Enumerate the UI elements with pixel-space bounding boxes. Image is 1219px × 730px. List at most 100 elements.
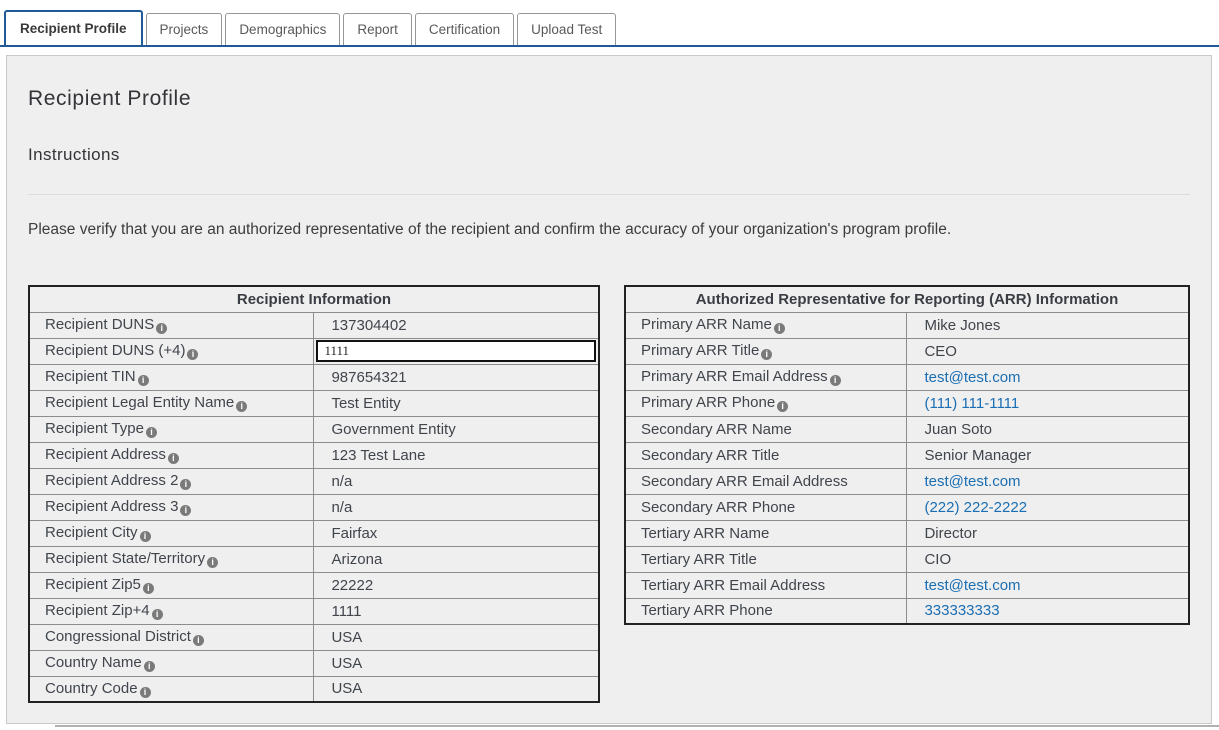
row-value: CEO [924,343,957,360]
row-value-link[interactable]: 333333333 [924,602,999,619]
info-icon[interactable]: i [146,427,157,438]
info-icon[interactable]: i [152,609,163,620]
recipient-info-table: Recipient Information Recipient DUNSi137… [28,285,600,703]
row-label-cell: Tertiary ARR Email Address [625,572,907,598]
row-value-cell: USA [314,624,599,650]
table-row: Recipient Addressi123 Test Lane [29,442,599,468]
row-label-cell: Recipient State/Territoryi [29,546,314,572]
row-label-cell: Secondary ARR Email Address [625,468,907,494]
row-label-cell: Recipient DUNS (+4)i [29,338,314,364]
table-row: Recipient Zip5i22222 [29,572,599,598]
row-value-cell: test@test.com [907,468,1189,494]
info-icon[interactable]: i [777,401,788,412]
row-label: Country Name [45,654,142,671]
row-value-cell: 333333333 [907,598,1189,624]
info-icon[interactable]: i [144,661,155,672]
tab-projects[interactable]: Projects [146,13,223,45]
recipient-table-title: Recipient Information [29,286,599,312]
row-value-cell [314,338,599,364]
row-value: 123 Test Lane [331,447,425,464]
tab-bar: Recipient ProfileProjectsDemographicsRep… [0,0,1219,47]
row-value-cell: 22222 [314,572,599,598]
info-icon[interactable]: i [140,531,151,542]
info-icon[interactable]: i [193,635,204,646]
row-value-link[interactable]: test@test.com [924,473,1020,490]
row-label-cell: Recipient Legal Entity Namei [29,390,314,416]
divider [28,194,1190,195]
row-label: Secondary ARR Phone [641,499,795,516]
row-value-link[interactable]: (222) 222-2222 [924,499,1027,516]
row-label: Recipient Legal Entity Name [45,394,234,411]
table-row: Primary ARR NameiMike Jones [625,312,1189,338]
instructions-heading: Instructions [28,145,1201,165]
table-row: Tertiary ARR Phone333333333 [625,598,1189,624]
table-row: Secondary ARR NameJuan Soto [625,416,1189,442]
row-label: Recipient Type [45,420,144,437]
info-icon[interactable]: i [180,505,191,516]
table-row: Secondary ARR TitleSenior Manager [625,442,1189,468]
row-value-cell: Arizona [314,546,599,572]
table-row: Recipient Address 3i n/a [29,494,599,520]
info-icon[interactable]: i [830,375,841,386]
row-label-cell: Primary ARR Titlei [625,338,907,364]
row-value-cell: CEO [907,338,1189,364]
info-icon[interactable]: i [143,583,154,594]
table-header-row: Authorized Representative for Reporting … [625,286,1189,312]
row-value: Test Entity [331,395,400,412]
row-value: n/a [331,499,352,516]
row-value-cell: 137304402 [314,312,599,338]
row-value: Government Entity [331,421,455,438]
info-icon[interactable]: i [156,323,167,334]
row-label: Recipient Address 2 [45,472,178,489]
info-icon[interactable]: i [168,453,179,464]
row-label: Recipient DUNS (+4) [45,342,185,359]
info-icon[interactable]: i [774,323,785,334]
row-label-cell: Recipient Zip5i [29,572,314,598]
row-value: Director [924,525,977,542]
arr-table-title: Authorized Representative for Reporting … [625,286,1189,312]
info-icon[interactable]: i [761,349,772,360]
info-icon[interactable]: i [140,687,151,698]
table-row: Recipient State/TerritoryiArizona [29,546,599,572]
tab-recipient-profile[interactable]: Recipient Profile [4,10,143,45]
info-icon[interactable]: i [207,557,218,568]
table-row: Secondary ARR Phone (222) 222-2222 [625,494,1189,520]
row-value-cell: (111) 111-1111 [907,390,1189,416]
row-value-cell: n/a [314,494,599,520]
table-row: Tertiary ARR Email Address test@test.com [625,572,1189,598]
row-label: Primary ARR Phone [641,394,775,411]
tab-upload-test[interactable]: Upload Test [517,13,616,45]
tab-demographics[interactable]: Demographics [225,13,340,45]
row-label-cell: Tertiary ARR Title [625,546,907,572]
row-label-cell: Primary ARR Namei [625,312,907,338]
row-label: Congressional District [45,628,191,645]
row-label-cell: Recipient Address 2i [29,468,314,494]
table-row: Recipient TINi987654321 [29,364,599,390]
table-row: Country CodeiUSA [29,676,599,702]
row-value-link[interactable]: (111) 111-1111 [924,395,1019,412]
info-icon[interactable]: i [187,349,198,360]
row-value-cell: USA [314,650,599,676]
info-icon[interactable]: i [236,401,247,412]
row-label-cell: Recipient Address 3i [29,494,314,520]
row-value: Fairfax [331,525,377,542]
row-label-cell: Tertiary ARR Name [625,520,907,546]
recipient-duns4-input[interactable] [316,340,595,362]
info-icon[interactable]: i [180,479,191,490]
row-value-cell: USA [314,676,599,702]
tab-certification[interactable]: Certification [415,13,514,45]
row-value-link[interactable]: test@test.com [924,577,1020,594]
row-value-cell: 123 Test Lane [314,442,599,468]
row-value-link[interactable]: test@test.com [924,369,1020,386]
table-row: Tertiary ARR Name Director [625,520,1189,546]
row-label: Primary ARR Title [641,342,759,359]
row-value-cell: Mike Jones [907,312,1189,338]
info-icon[interactable]: i [138,375,149,386]
tab-report[interactable]: Report [343,13,412,45]
row-label: Tertiary ARR Name [641,525,769,542]
row-label: Primary ARR Email Address [641,368,828,385]
tables-container: Recipient Information Recipient DUNSi137… [28,285,1190,703]
row-value-cell: test@test.com [907,364,1189,390]
row-value: 137304402 [331,317,406,334]
row-value-cell: Fairfax [314,520,599,546]
